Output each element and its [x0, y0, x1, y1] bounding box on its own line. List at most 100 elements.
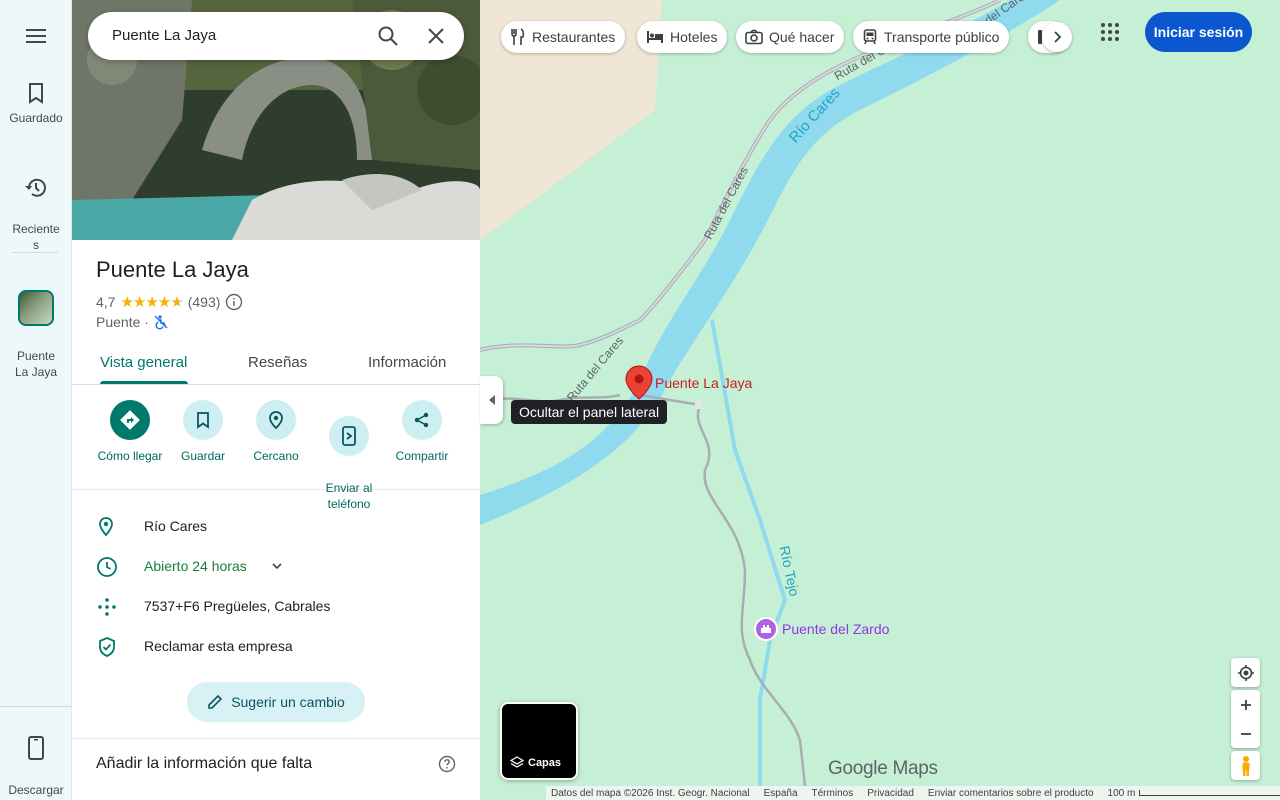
action-buttons: Cómo llegar Guardar Cercano Enviar al te…: [72, 400, 480, 511]
poi-marker: [754, 617, 778, 641]
collapse-panel-button[interactable]: [480, 376, 503, 424]
rail-saved[interactable]: Guardado: [0, 82, 72, 126]
share-label: Compartir: [395, 449, 449, 463]
scale-indicator[interactable]: 100 m: [1108, 788, 1280, 799]
google-maps-logo: Google Maps: [828, 758, 938, 779]
category-row: Puente ·: [96, 314, 169, 330]
rail-bottom-divider: [0, 706, 72, 707]
clock-icon: [97, 557, 117, 577]
location-pin-icon: [99, 517, 113, 537]
chip-restaurants[interactable]: Restaurantes: [501, 21, 626, 53]
hours-row[interactable]: Abierto 24 horas: [72, 546, 480, 586]
map-label-pin[interactable]: Puente La Jaya: [655, 375, 752, 391]
send-to-phone-icon: [342, 426, 356, 446]
feedback-link[interactable]: Enviar comentarios sobre el producto: [928, 788, 1094, 799]
layers-label: Capas: [528, 757, 562, 769]
my-location-button[interactable]: [1231, 658, 1260, 687]
tab-indicator: [100, 381, 188, 384]
category-label: Puente ·: [96, 314, 149, 330]
close-icon[interactable]: [424, 24, 448, 48]
rail-saved-label: Guardado: [9, 111, 63, 125]
share-icon: [414, 412, 429, 428]
pegman-icon: [1242, 755, 1249, 776]
my-location-icon: [1237, 664, 1254, 681]
restaurant-icon: [511, 28, 525, 45]
review-count[interactable]: (493): [188, 294, 221, 310]
chip-label: Hoteles: [670, 29, 718, 45]
rail-recents[interactable]: Reciente s: [0, 161, 72, 253]
save-label: Guardar: [180, 449, 226, 463]
sign-in-button[interactable]: Iniciar sesión: [1145, 12, 1252, 52]
send-to-phone-button[interactable]: Enviar al teléfono: [309, 400, 389, 512]
privacy-link[interactable]: Privacidad: [867, 788, 914, 799]
plus-icon: [1240, 699, 1251, 710]
history-icon: [25, 178, 46, 197]
share-button[interactable]: Compartir: [382, 400, 462, 464]
map-data-attribution: Datos del mapa ©2026 Inst. Geogr. Nacion…: [551, 787, 750, 799]
save-button[interactable]: Guardar: [163, 400, 243, 464]
layers-button[interactable]: Capas: [500, 702, 578, 780]
nearby-label: Cercano: [253, 449, 299, 463]
side-panel: Puente La Jaya 4,7 ★★★★★ (493) Puente · …: [72, 0, 480, 800]
layers-icon: [510, 756, 524, 768]
pluscode-text: 7537+F6 Pregüeles, Cabrales: [144, 598, 331, 614]
left-rail: Guardado Reciente s Puente La Jaya Desca…: [0, 0, 72, 800]
map-label-poi[interactable]: Puente del Zardo: [782, 621, 889, 637]
rail-recents-label: Reciente s: [12, 222, 60, 252]
nearby-icon: [269, 411, 283, 430]
zoom-controls: [1231, 690, 1260, 748]
suggest-edit-button[interactable]: Sugerir un cambio: [187, 682, 365, 722]
hours-text: Abierto 24 horas: [144, 558, 247, 574]
caret-left-icon: [488, 395, 495, 405]
country-link[interactable]: España: [764, 788, 798, 799]
chip-label: Transporte público: [884, 29, 1000, 45]
pencil-icon: [208, 694, 223, 709]
building: [695, 401, 703, 409]
scale-label: 100 m: [1107, 787, 1136, 799]
street-view-pegman[interactable]: [1231, 751, 1260, 780]
search-icon[interactable]: [376, 24, 400, 48]
hotel-icon: [647, 31, 663, 43]
pluscode-row[interactable]: 7537+F6 Pregüeles, Cabrales: [72, 586, 480, 626]
address-row[interactable]: Río Cares: [72, 506, 480, 546]
directions-button[interactable]: Cómo llegar: [90, 400, 170, 464]
download-app-button[interactable]: Descargar aplicación: [0, 720, 72, 800]
search-input[interactable]: Puente La Jaya: [112, 27, 216, 44]
train-icon: [863, 29, 877, 45]
chip-hotels[interactable]: Hoteles: [637, 21, 728, 53]
tab-bar: Vista general Reseñas Información: [72, 340, 480, 385]
bookmark-icon: [197, 412, 209, 429]
missing-info-title: Añadir la información que falta: [96, 755, 313, 772]
tab-about[interactable]: Información: [368, 354, 446, 371]
menu-button[interactable]: [0, 26, 72, 52]
rating-row: 4,7 ★★★★★ (493): [96, 293, 243, 311]
chip-transit[interactable]: Transporte público: [853, 21, 1010, 53]
shield-check-icon: [99, 637, 115, 657]
chip-things-to-do[interactable]: Qué hacer: [736, 21, 845, 53]
nearby-button[interactable]: Cercano: [236, 400, 316, 464]
rail-place-label: Puente La Jaya: [14, 349, 58, 379]
terms-link[interactable]: Términos: [812, 788, 854, 799]
zoom-out-button[interactable]: [1240, 719, 1252, 748]
chips-next-button[interactable]: [1042, 22, 1072, 52]
layers-label-row: Capas: [510, 756, 561, 770]
claim-row[interactable]: Reclamar esta empresa: [72, 626, 480, 666]
tab-reviews[interactable]: Reseñas: [248, 354, 307, 371]
map-footer: Datos del mapa ©2026 Inst. Geogr. Nacion…: [546, 786, 1280, 800]
zoom-in-button[interactable]: [1240, 690, 1252, 719]
directions-icon: [120, 410, 140, 430]
rail-divider: [12, 252, 58, 253]
rail-place[interactable]: Puente La Jaya: [0, 274, 72, 380]
address-text: Río Cares: [144, 518, 208, 534]
place-title: Puente La Jaya: [96, 257, 249, 282]
bookmark-icon: [29, 83, 43, 104]
help-icon[interactable]: [438, 755, 456, 773]
tab-overview[interactable]: Vista general: [100, 354, 187, 371]
chip-label: Restaurantes: [532, 29, 616, 45]
search-box[interactable]: Puente La Jaya: [88, 12, 464, 60]
info-icon[interactable]: [225, 293, 243, 311]
chevron-down-icon[interactable]: [271, 561, 283, 571]
apps-grid-icon[interactable]: [1100, 22, 1120, 42]
directions-label: Cómo llegar: [97, 449, 163, 463]
star-rating[interactable]: ★★★★★: [120, 293, 183, 311]
